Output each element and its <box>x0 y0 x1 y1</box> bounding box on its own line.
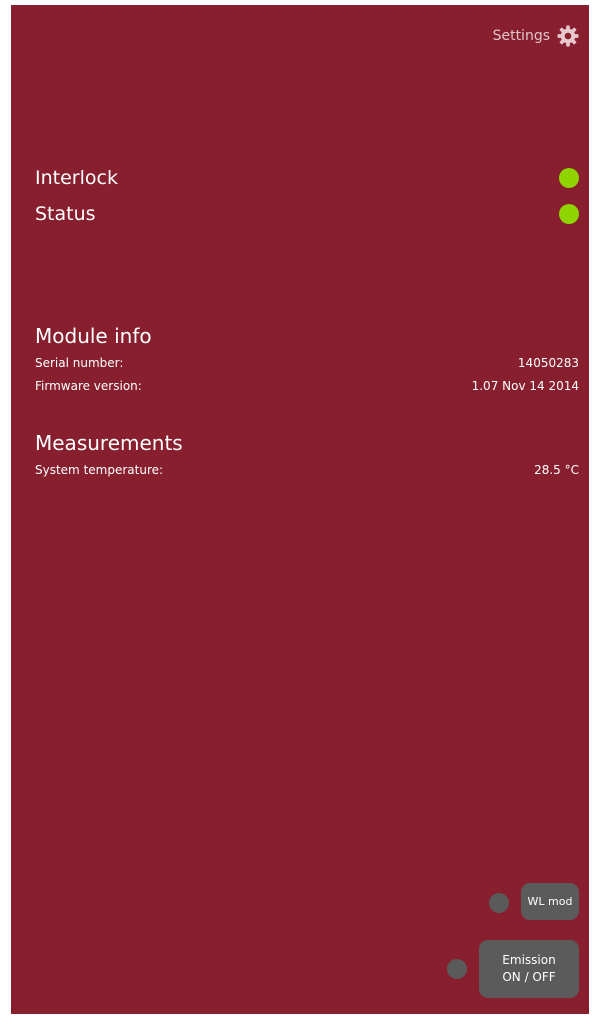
system-temperature-value: 28.5 °C <box>534 463 579 477</box>
module-info-title: Module info <box>35 324 152 348</box>
emission-on-off-label: ON / OFF <box>502 970 556 984</box>
wl-mod-button[interactable]: WL mod <box>521 883 579 920</box>
serial-number-label: Serial number: <box>35 356 124 370</box>
serial-number-row: Serial number: 14050283 <box>35 356 579 370</box>
status-label: Status <box>35 203 96 225</box>
main-panel: Settings Interlock Status Module info Se… <box>11 5 589 1014</box>
system-temperature-label: System temperature: <box>35 463 164 477</box>
firmware-version-row: Firmware version: 1.07 Nov 14 2014 <box>35 379 579 393</box>
emission-indicator <box>447 959 467 979</box>
serial-number-value: 14050283 <box>517 356 579 370</box>
interlock-row: Interlock <box>35 167 579 189</box>
firmware-version-label: Firmware version: <box>35 379 142 393</box>
interlock-indicator <box>559 168 579 188</box>
status-row: Status <box>35 203 579 225</box>
interlock-label: Interlock <box>35 167 118 189</box>
system-temperature-row: System temperature: 28.5 °C <box>35 463 579 477</box>
settings-label: Settings <box>492 28 550 44</box>
gear-icon[interactable] <box>557 25 579 47</box>
emission-toggle-button[interactable]: Emission ON / OFF <box>479 940 579 998</box>
wl-mod-indicator <box>489 893 509 913</box>
emission-label: Emission <box>502 953 556 967</box>
measurements-title: Measurements <box>35 431 183 455</box>
firmware-version-value: 1.07 Nov 14 2014 <box>471 379 579 393</box>
status-indicator <box>559 204 579 224</box>
settings-button[interactable]: Settings <box>493 25 579 47</box>
wl-mod-label: WL mod <box>527 895 573 908</box>
